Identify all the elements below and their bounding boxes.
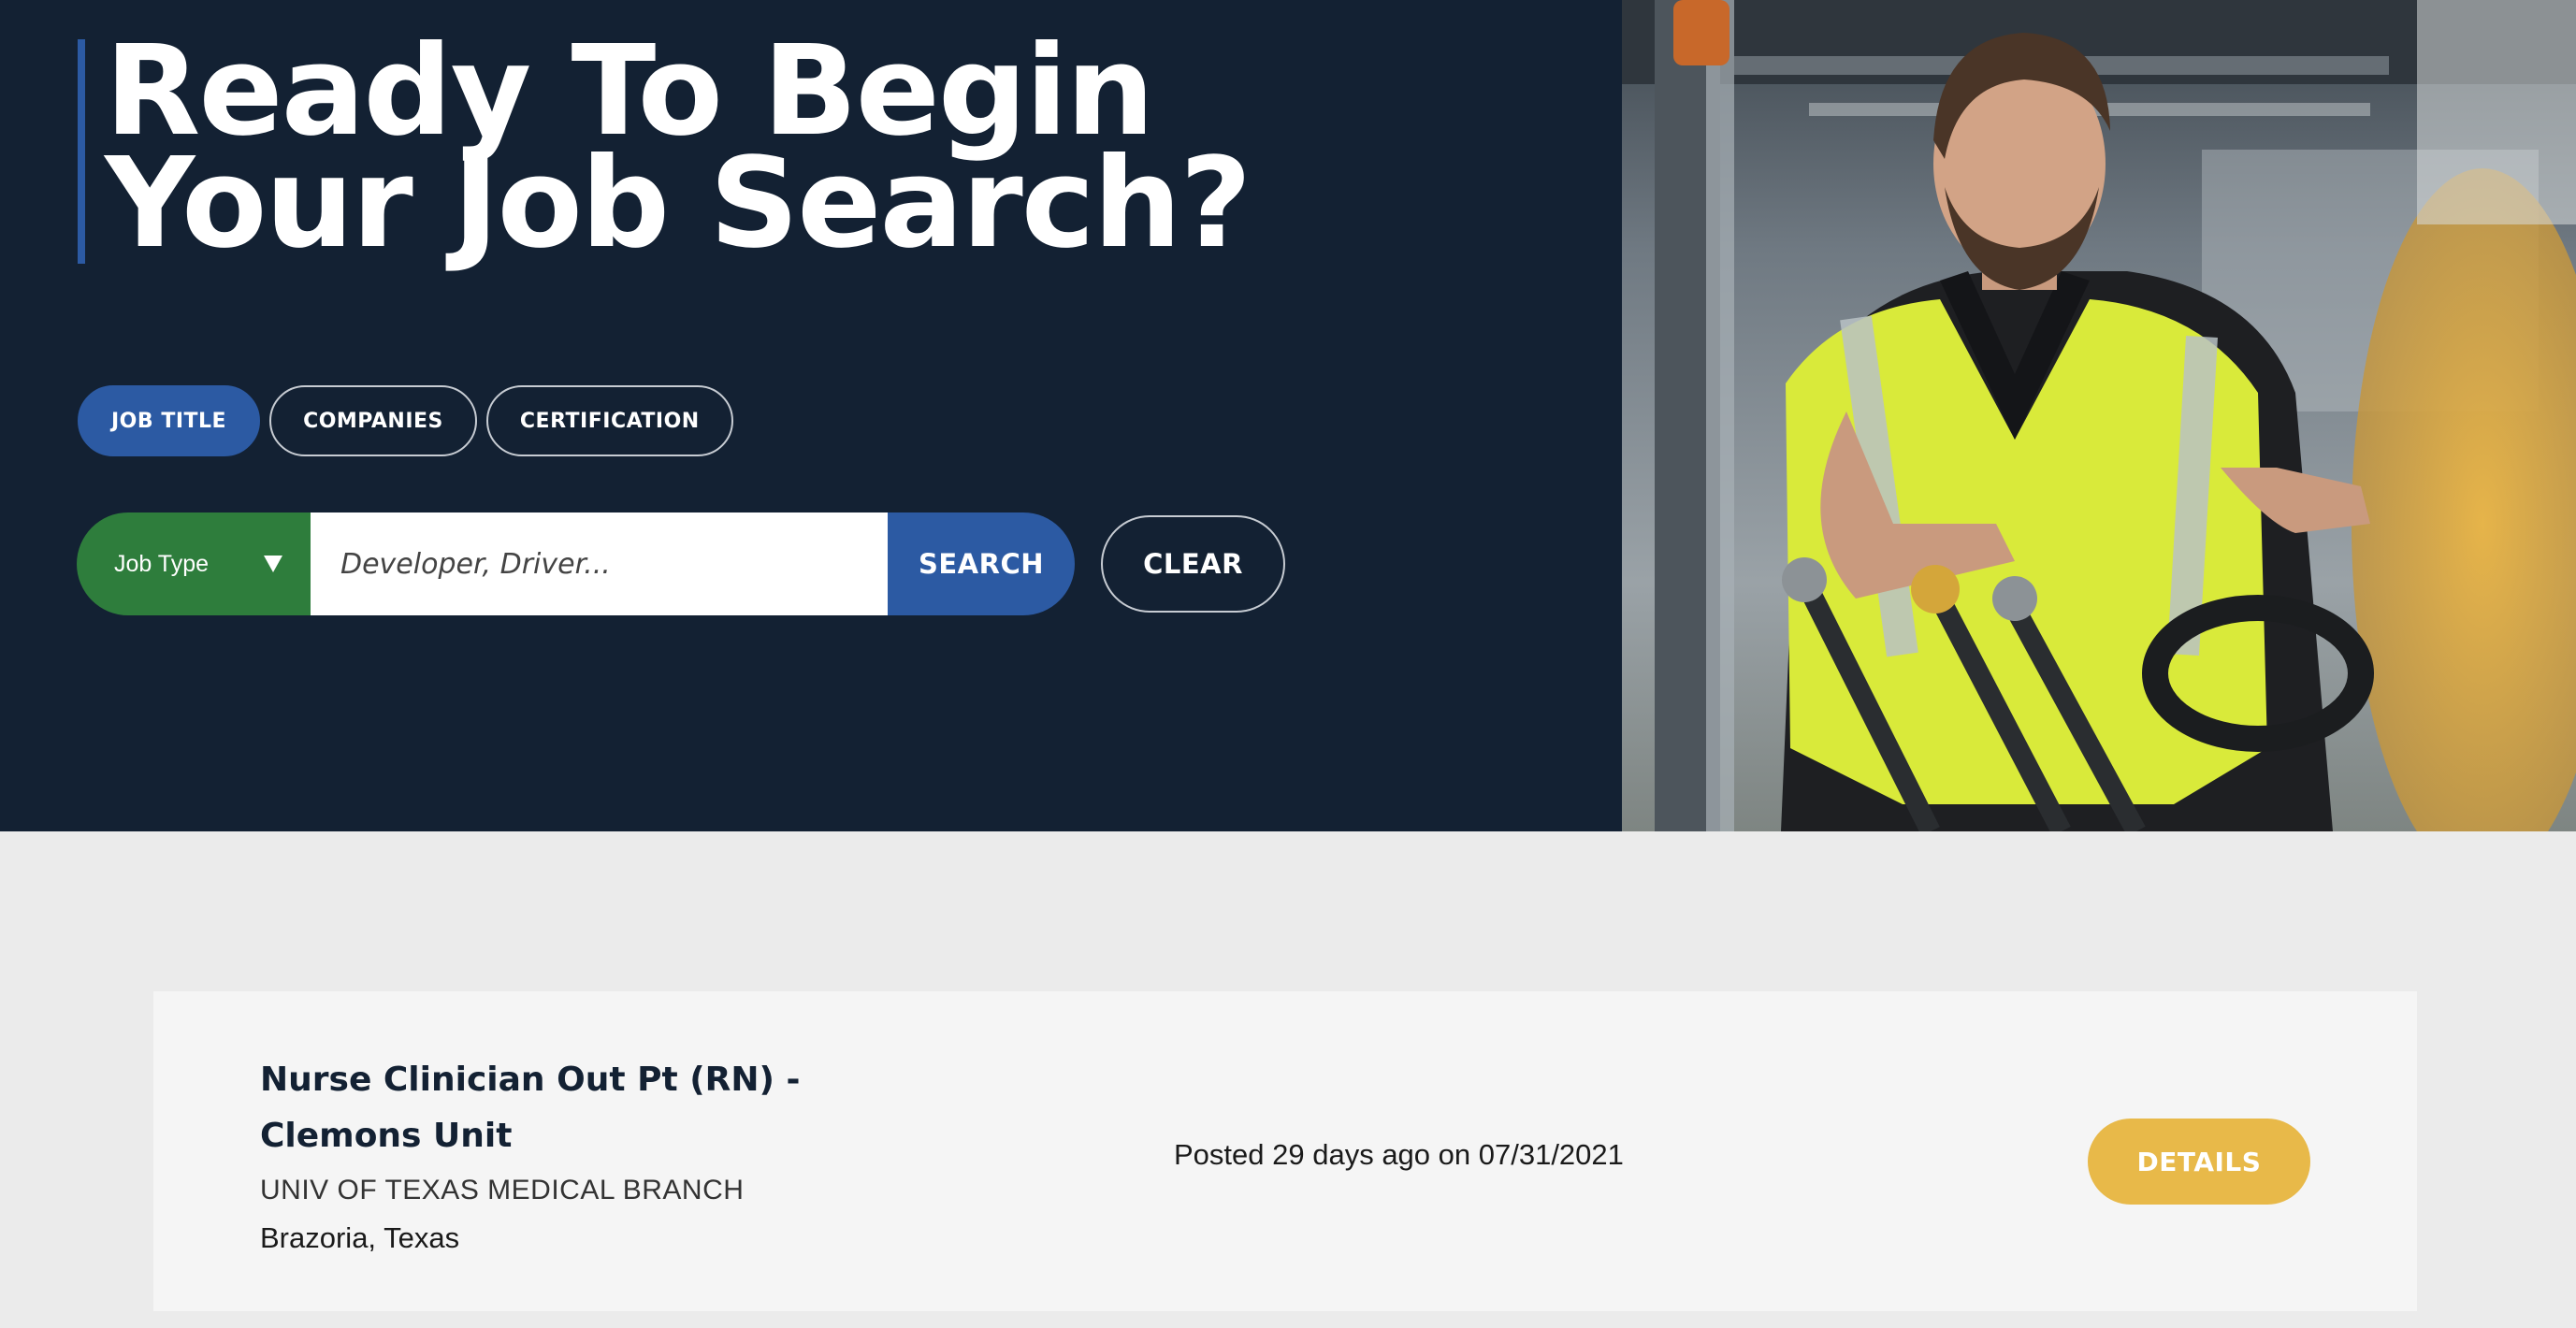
headline-line-1: Ready To Begin (105, 20, 1154, 164)
page-headline: Ready To Begin Your Job Search? (105, 20, 1252, 276)
hero-photo-forklift-worker (1622, 0, 2576, 831)
caret-down-icon (264, 556, 282, 572)
job-location: Brazoria, Texas (260, 1221, 460, 1254)
hero-search-panel: Ready To Begin Your Job Search? JOB TITL… (0, 0, 1622, 831)
tab-job-title[interactable]: JOB TITLE (78, 385, 261, 456)
clear-button[interactable]: CLEAR (1101, 515, 1285, 613)
job-title[interactable]: Nurse Clinician Out Pt (RN) - Clemons Un… (260, 1052, 933, 1164)
job-type-dropdown[interactable]: Job Type (77, 512, 311, 615)
job-posted-date: Posted 29 days ago on 07/31/2021 (1174, 1138, 1624, 1171)
tab-companies[interactable]: COMPANIES (269, 385, 477, 456)
hero-section: Ready To Begin Your Job Search? JOB TITL… (0, 0, 2576, 831)
search-bar: Job Type SEARCH CLEAR (77, 512, 1285, 615)
details-button[interactable]: DETAILS (2088, 1119, 2310, 1205)
headline-accent-bar (78, 39, 85, 264)
job-company: UNIV OF TEXAS MEDICAL BRANCH (260, 1175, 745, 1205)
tab-certification[interactable]: CERTIFICATION (485, 385, 733, 456)
search-button[interactable]: SEARCH (888, 512, 1075, 615)
search-mode-tabs: JOB TITLE COMPANIES CERTIFICATION (78, 385, 733, 456)
job-listing-card: Nurse Clinician Out Pt (RN) - Clemons Un… (153, 991, 2417, 1311)
headline-line-2: Your Job Search? (105, 132, 1252, 276)
job-type-label: Job Type (114, 550, 210, 577)
search-input[interactable] (311, 512, 888, 615)
